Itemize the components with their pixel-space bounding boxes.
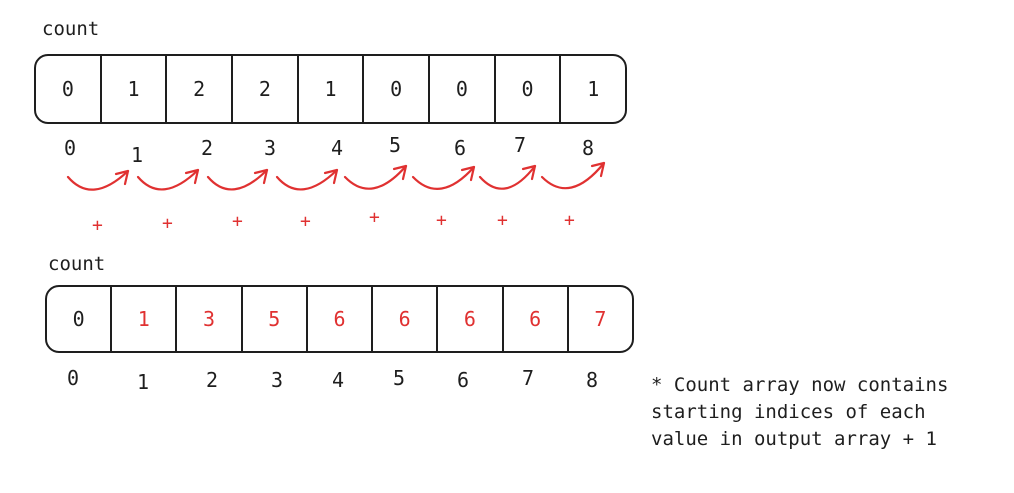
bottom-cell: 5: [243, 287, 308, 351]
arrow-6-to-7: [478, 164, 537, 190]
bottom-array-label: count: [48, 253, 106, 275]
plus-sign: +: [300, 211, 311, 232]
bottom-index: 6: [456, 368, 470, 392]
arrow-2-to-3: [206, 168, 269, 191]
plus-sign: +: [564, 210, 575, 231]
arrow-7-to-8: [540, 161, 606, 190]
arrow-4-to-5: [343, 164, 408, 190]
bottom-count-array: 0 1 3 5 6 6 6 6 7: [45, 285, 634, 353]
plus-sign: +: [369, 207, 380, 228]
note-line: * Count array now contains: [651, 374, 949, 396]
bottom-cell: 6: [504, 287, 569, 351]
plus-sign: +: [232, 211, 243, 232]
bottom-index: 7: [521, 366, 535, 390]
bottom-cell: 1: [112, 287, 178, 351]
arrow-0-to-1: [66, 169, 130, 191]
note-line: starting indices of each: [651, 401, 926, 423]
plus-sign: +: [436, 210, 447, 231]
bottom-cell: 6: [438, 287, 504, 351]
bottom-index: 4: [331, 368, 345, 392]
plus-sign: +: [497, 210, 508, 231]
bottom-cell: 7: [594, 307, 607, 331]
plus-sign: +: [92, 215, 103, 236]
bottom-cell: 3: [177, 287, 243, 351]
note-line: value in output array + 1: [651, 428, 937, 450]
arrow-5-to-6: [411, 165, 476, 190]
arrow-1-to-2: [136, 168, 200, 191]
bottom-cell: 6: [308, 287, 374, 351]
bottom-index: 1: [136, 370, 150, 394]
bottom-cell: 0: [47, 287, 113, 351]
bottom-cell: 6: [373, 287, 439, 351]
arrow-3-to-4: [275, 168, 339, 191]
explanation-note: * Count array now contains starting indi…: [651, 372, 948, 453]
bottom-index: 3: [270, 368, 284, 392]
plus-sign: +: [162, 213, 173, 234]
bottom-index: 8: [585, 368, 599, 392]
bottom-index: 2: [205, 368, 219, 392]
bottom-index: 0: [66, 366, 80, 390]
bottom-index: 5: [392, 366, 406, 390]
